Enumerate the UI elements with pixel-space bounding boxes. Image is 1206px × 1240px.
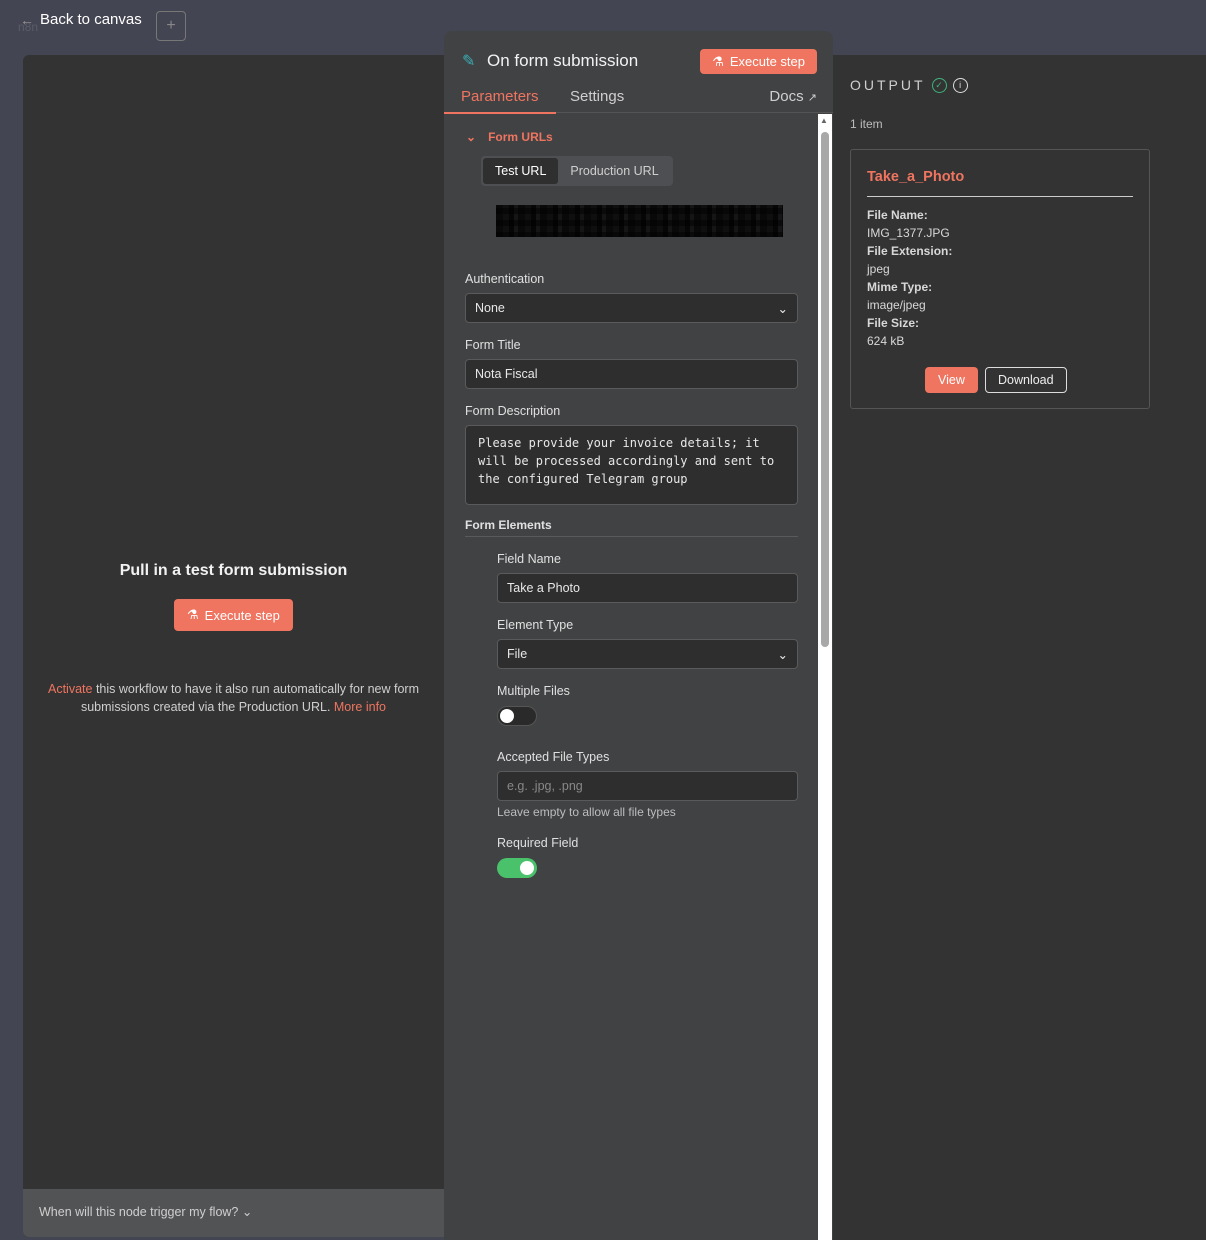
external-link-icon: ↗ bbox=[807, 92, 817, 104]
form-urls-label: Form URLs bbox=[488, 130, 553, 144]
field-name-input[interactable]: Take a Photo bbox=[497, 573, 798, 603]
form-description-label: Form Description bbox=[465, 404, 561, 418]
accepted-file-types-label: Accepted File Types bbox=[497, 750, 610, 764]
node-header: ✎ On form submission ⚗ Execute step Param… bbox=[444, 31, 833, 114]
output-panel: OUTPUT ✓ i 1 item Take_a_Photo File Name: I… bbox=[833, 55, 1206, 1240]
input-panel: Pull in a test form submission ⚗ Execute … bbox=[23, 55, 444, 1237]
docs-label: Docs bbox=[769, 88, 804, 105]
authentication-select[interactable]: None ⌄ bbox=[465, 293, 798, 323]
activate-note: Activate this workflow to have it also r… bbox=[33, 680, 434, 716]
scrollbar[interactable]: ▲ bbox=[818, 114, 832, 1240]
scroll-up-icon[interactable]: ▲ bbox=[820, 116, 828, 125]
file-size-value: 624 kB bbox=[867, 334, 905, 348]
multiple-files-label: Multiple Files bbox=[497, 684, 570, 698]
field-name-label: Field Name bbox=[497, 552, 561, 566]
mime-type-value: image/jpeg bbox=[867, 298, 926, 312]
file-extension-value: jpeg bbox=[867, 262, 890, 276]
parameters-content: ⌄ Form URLs Test URL Production URL Authe… bbox=[444, 114, 818, 1240]
divider bbox=[867, 196, 1133, 197]
node-title[interactable]: On form submission bbox=[487, 51, 638, 71]
activate-link[interactable]: Activate bbox=[48, 682, 92, 696]
node-settings-panel: ✎ On form submission ⚗ Execute step Param… bbox=[444, 31, 833, 1240]
required-field-label: Required Field bbox=[497, 836, 579, 850]
execute-label: Execute step bbox=[204, 607, 280, 623]
info-icon[interactable]: i bbox=[952, 77, 968, 93]
file-name-value: IMG_1377.JPG bbox=[867, 226, 950, 240]
check-circle-icon: ✓ bbox=[931, 77, 947, 93]
back-to-canvas-button[interactable]: ← Back to canvas bbox=[20, 11, 142, 28]
element-type-label: Element Type bbox=[497, 618, 574, 632]
execute-step-button[interactable]: ⚗ Execute step bbox=[174, 599, 293, 631]
flask-icon: ⚗ bbox=[712, 53, 724, 69]
file-metadata: File Name: IMG_1377.JPG File Extension: jp… bbox=[867, 206, 952, 350]
trigger-info-label: When will this node trigger my flow? bbox=[39, 1205, 239, 1219]
output-header: OUTPUT ✓ i bbox=[850, 77, 968, 93]
docs-link[interactable]: Docs ↗ bbox=[769, 88, 817, 112]
binary-title: Take_a_Photo bbox=[867, 169, 965, 185]
element-type-value: File bbox=[507, 647, 528, 661]
more-info-link[interactable]: More info bbox=[334, 700, 386, 714]
download-button[interactable]: Download bbox=[985, 367, 1067, 393]
file-name-key: File Name: bbox=[867, 208, 928, 222]
view-button[interactable]: View bbox=[925, 367, 978, 393]
chevron-down-icon: ⌄ bbox=[777, 647, 788, 662]
file-size-key: File Size: bbox=[867, 316, 920, 330]
accepted-file-types-input[interactable]: e.g. .jpg, .png bbox=[497, 771, 798, 801]
multiple-files-toggle[interactable] bbox=[497, 706, 537, 726]
form-title-label: Form Title bbox=[465, 338, 521, 352]
arrow-left-icon: ← bbox=[20, 11, 34, 28]
url-switch: Test URL Production URL bbox=[481, 156, 673, 186]
back-label: Back to canvas bbox=[40, 11, 142, 28]
form-icon: ✎ bbox=[462, 53, 476, 70]
authentication-label: Authentication bbox=[465, 272, 545, 286]
output-title: OUTPUT bbox=[850, 77, 926, 93]
item-count: 1 item bbox=[850, 117, 883, 131]
chevron-down-icon: ⌄ bbox=[777, 301, 788, 316]
form-title-input[interactable]: Nota Fiscal bbox=[465, 359, 798, 389]
webhook-url-redacted[interactable] bbox=[481, 198, 798, 244]
authentication-value: None bbox=[475, 301, 505, 315]
flask-icon: ⚗ bbox=[187, 607, 199, 622]
scrollbar-thumb[interactable] bbox=[821, 132, 829, 647]
chevron-down-icon: ⌄ bbox=[466, 130, 477, 144]
file-extension-key: File Extension: bbox=[867, 244, 953, 258]
form-description-textarea[interactable]: Please provide your invoice details; it … bbox=[465, 425, 798, 505]
form-elements-label: Form Elements bbox=[465, 518, 552, 532]
binary-file-card: Take_a_Photo File Name: IMG_1377.JPG File… bbox=[850, 149, 1150, 409]
tab-test-url[interactable]: Test URL bbox=[483, 158, 559, 184]
execute-step-button[interactable]: ⚗ Execute step bbox=[700, 49, 817, 74]
chevron-down-icon: ⌄ bbox=[241, 1205, 253, 1219]
accepted-file-types-hint: Leave empty to allow all file types bbox=[497, 805, 676, 819]
add-button[interactable]: + bbox=[156, 11, 186, 41]
divider bbox=[465, 536, 798, 537]
tab-production-url[interactable]: Production URL bbox=[558, 158, 670, 184]
form-urls-toggle[interactable]: ⌄ Form URLs bbox=[466, 130, 565, 144]
trigger-info-toggle[interactable]: When will this node trigger my flow? ⌄ bbox=[23, 1189, 444, 1237]
element-type-select[interactable]: File ⌄ bbox=[497, 639, 798, 669]
mime-type-key: Mime Type: bbox=[867, 280, 933, 294]
tab-settings[interactable]: Settings bbox=[570, 88, 624, 112]
tab-parameters[interactable]: Parameters bbox=[444, 88, 556, 114]
required-field-toggle[interactable] bbox=[497, 858, 537, 878]
execute-label: Execute step bbox=[729, 54, 805, 69]
input-title: Pull in a test form submission bbox=[119, 562, 348, 579]
